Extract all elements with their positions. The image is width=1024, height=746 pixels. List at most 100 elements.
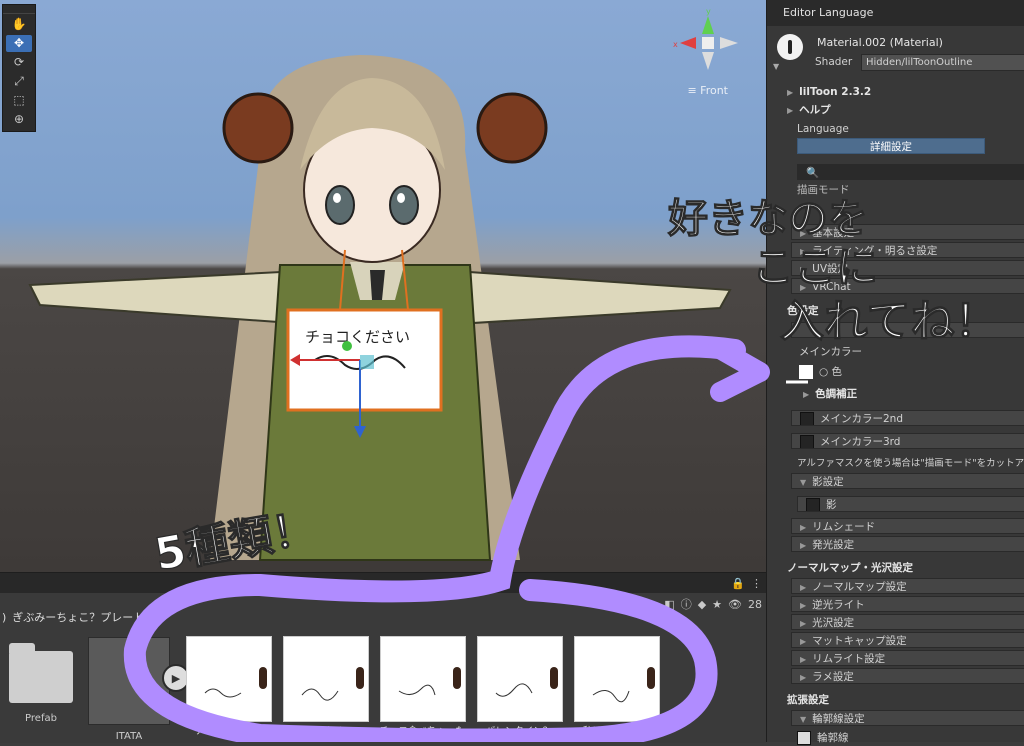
plate-thumbnail[interactable] <box>380 636 466 722</box>
filter-type-icon[interactable]: ◧ <box>664 598 674 611</box>
collapse-icon[interactable]: ▼ <box>773 62 779 71</box>
liltoon-version: lilToon 2.3.2 <box>799 86 872 98</box>
scale-tool-icon[interactable]: ⤢ <box>6 73 32 90</box>
liltoon-foldout[interactable]: ▶ lilToon 2.3.2 <box>787 84 871 100</box>
rim-light-label: リムライト設定 <box>812 653 886 665</box>
model-thumbnail <box>88 637 170 725</box>
rim-shade-foldout[interactable]: ▶ リムシェード <box>791 518 1024 534</box>
breadcrumb-item[interactable]: ぎぶみーちょこ？プレート <box>12 609 144 625</box>
outline-settings-foldout[interactable]: ▼ 輪郭線設定 <box>791 710 1024 726</box>
emission-foldout[interactable]: ▶ 発光設定 <box>791 536 1024 552</box>
label-icon[interactable]: ◆ <box>698 598 706 611</box>
uv-settings-foldout[interactable]: ▶ UV設定 <box>791 260 1024 276</box>
glitter-foldout[interactable]: ▶ ラメ設定 <box>791 668 1024 684</box>
plate-label: チョコ食べちゃった <box>379 726 465 737</box>
main-color-3rd-row[interactable]: メインカラー3rd <box>791 433 1024 449</box>
project-header: 🔒 ⋮ <box>0 573 766 593</box>
hue-adjust-label: 色調補正 <box>815 388 858 400</box>
reflection-foldout[interactable]: ▶ 光沢設定 <box>791 614 1024 630</box>
svg-text:x: x <box>673 40 678 49</box>
main-color-3rd-label: メインカラー3rd <box>820 436 901 448</box>
hidden-eye-icon[interactable]: 👁 <box>728 598 742 611</box>
chevron-right-icon: ▶ <box>800 265 807 274</box>
asset-name: ITATA <box>115 731 143 742</box>
normal-map-label: ノーマルマップ設定 <box>812 581 907 593</box>
plate-edge <box>453 667 461 689</box>
plate-label: バレンタイン？ <box>485 726 553 737</box>
normal-map-foldout[interactable]: ▶ ノーマルマップ設定 <box>791 578 1024 594</box>
plate-thumbnail[interactable] <box>283 636 369 722</box>
checkbox[interactable] <box>800 435 814 448</box>
shader-dropdown[interactable]: Hidden/lilToonOutline <box>861 54 1024 71</box>
star-icon[interactable]: ★ <box>712 598 722 611</box>
shadow-row[interactable]: 影 <box>797 496 1024 512</box>
language-selector[interactable]: 詳細設定 <box>797 138 985 154</box>
rim-shade-label: リムシェード <box>812 521 876 533</box>
main-color-2nd-label: メインカラー2nd <box>820 413 903 425</box>
move-tool-icon[interactable]: ✥ <box>6 35 32 52</box>
folder-icon <box>9 643 73 703</box>
search-input[interactable]: 🔍 <box>797 164 1024 180</box>
rect-tool-icon[interactable]: ⬚ <box>6 92 32 109</box>
rim-light-foldout[interactable]: ▶ リムライト設定 <box>791 650 1024 666</box>
asset-itata[interactable]: ITATA <box>88 637 170 742</box>
project-toolbar: 🔒 ⋮ <box>731 573 762 593</box>
main-color-row[interactable]: ○ 色 <box>799 364 842 380</box>
lighting-foldout[interactable]: ▶ ライティング・明るさ設定 <box>791 242 1024 258</box>
transform-tool-icon[interactable]: ⊕ <box>6 111 32 128</box>
color-swatch[interactable] <box>799 365 813 379</box>
hue-adjust-foldout[interactable]: ▶ 色調補正 <box>803 386 857 402</box>
main-color-label: 色 <box>831 366 843 378</box>
checkbox[interactable] <box>797 731 811 745</box>
plate-thumbnail[interactable] <box>574 636 660 722</box>
asset-prefab[interactable]: Prefab <box>0 637 82 724</box>
chevron-down-icon: ▼ <box>800 478 807 487</box>
plate-thumbnail[interactable] <box>477 636 563 722</box>
menu-icon[interactable]: ⋮ <box>751 577 762 590</box>
help-foldout[interactable]: ▶ ヘルプ <box>787 102 831 118</box>
rotate-tool-icon[interactable]: ⟳ <box>6 54 32 71</box>
color-section-bar <box>791 322 1024 338</box>
sign-text: チョコください <box>305 328 410 346</box>
chevron-right-icon: ▶ <box>787 88 794 97</box>
plate-scribble <box>204 688 242 698</box>
backlight-foldout[interactable]: ▶ 逆光ライト <box>791 596 1024 612</box>
project-filter-bar: ◧ ⓘ ◆ ★ 👁 28 <box>664 593 762 615</box>
checkbox[interactable] <box>800 412 814 425</box>
chevron-right-icon: ▶ <box>800 601 807 610</box>
normal-section-heading: ノーマルマップ・光沢設定 <box>787 562 913 574</box>
plate-thumbnail[interactable] <box>186 636 272 722</box>
reflection-label: 光沢設定 <box>812 617 855 629</box>
glitter-label: ラメ設定 <box>812 671 854 683</box>
uv-settings-label: UV設定 <box>812 263 849 275</box>
material-icon <box>777 34 803 60</box>
chevron-right-icon: ▶ <box>800 541 807 550</box>
checkbox[interactable] <box>806 498 820 511</box>
chevron-right-icon: ▶ <box>800 637 807 646</box>
hand-tool-icon[interactable]: ✋ <box>6 16 32 33</box>
main-color-2nd-row[interactable]: メインカラー2nd <box>791 410 1024 426</box>
extended-section-heading: 拡張設定 <box>787 694 829 706</box>
chevron-right-icon: ▶ <box>800 229 807 238</box>
plate-label: 私はチョコです <box>582 726 650 737</box>
matcap-foldout[interactable]: ▶ マットキャップ設定 <box>791 632 1024 648</box>
palette-handle[interactable] <box>3 5 35 14</box>
basic-settings-foldout[interactable]: ▶ 基本設定 <box>791 224 1024 240</box>
inspector-tab[interactable]: Editor Language <box>767 0 1024 26</box>
lock-icon[interactable]: 🔒 <box>731 577 745 590</box>
color-settings-heading: 色設定 <box>787 305 819 317</box>
outline-row[interactable]: 輪郭線 <box>797 730 849 746</box>
vrchat-label: VRChat <box>812 281 851 293</box>
info-icon[interactable]: ⓘ <box>681 596 692 612</box>
shadow-label: 影 <box>826 499 837 511</box>
render-mode-label: 描画モード <box>797 184 850 196</box>
shader-label: Shader <box>815 56 853 68</box>
chevron-right-icon: ▶ <box>800 655 807 664</box>
shadow-settings-foldout[interactable]: ▼ 影設定 <box>791 473 1024 489</box>
vrchat-foldout[interactable]: ▶ VRChat <box>791 278 1024 294</box>
view-label[interactable]: ≡ Front <box>687 84 728 97</box>
breadcrumb: ) ぎぶみーちょこ？プレート <box>0 607 144 627</box>
emission-label: 発光設定 <box>812 539 855 551</box>
inspector-panel: Editor Language Material.002 (Material) … <box>766 0 1024 745</box>
scene-view[interactable]: チョコください ✋ ✥ ⟳ ⤢ ⬚ ⊕ x y ≡ Front <box>0 0 766 572</box>
